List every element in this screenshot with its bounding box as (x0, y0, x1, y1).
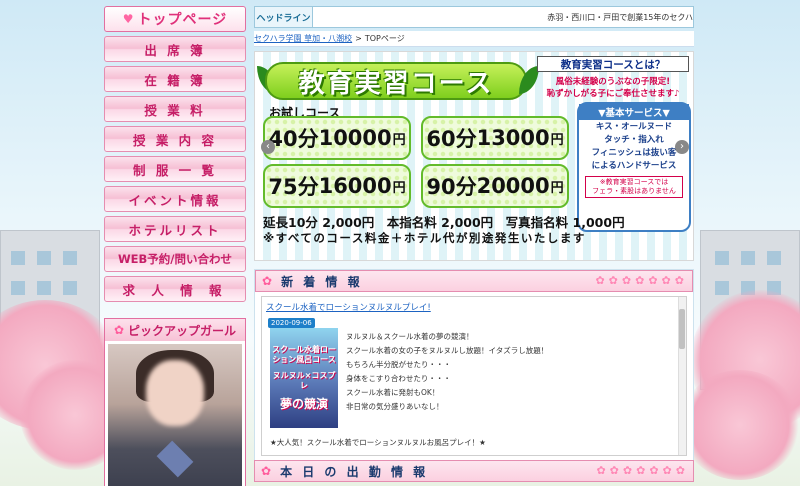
price-75min: 75分 16000 円 (263, 164, 411, 208)
price-unit: 円 (550, 132, 564, 148)
cherry-blossom-right-2 (680, 370, 800, 480)
news-line: ヌルヌル＆スクール水着の夢の競演！ (346, 332, 474, 341)
blossom-decoration-icon: ✿✿✿✿✿✿✿ (596, 464, 689, 477)
price-time: 60分 (426, 127, 477, 151)
carousel-next-arrow[interactable]: › (675, 140, 689, 154)
headline-ticker[interactable]: 赤羽・西川口・戸田で創業15年のセクハ (313, 12, 693, 23)
today-attendance-panel: ✿ 本 日 の 出 勤 情 報 ✿✿✿✿✿✿✿ (254, 460, 694, 482)
menu-fees[interactable]: 授 業 料 (104, 96, 246, 122)
news-line: 身体をこすり合わせたり・・・ (346, 374, 451, 383)
main-content: ヘッドライン 赤羽・西川口・戸田で創業15年のセクハ セクハラ学園 草加・八潮校… (254, 6, 694, 461)
extra-fees: 延長10分 2,000円 本指名料 2,000円 写真指名料 1,000円 (263, 215, 625, 230)
price-60min: 60分 13000 円 (421, 116, 569, 160)
heart-icon: ♥ (122, 12, 135, 26)
news-panel: ✿ 新 着 情 報 ✿✿✿✿✿✿✿ スクール水着でローションヌルヌルプレイ! 2… (254, 269, 694, 461)
today-heading: ✿ 本 日 の 出 勤 情 報 ✿✿✿✿✿✿✿ (254, 460, 694, 482)
breadcrumb-current: TOPページ (364, 34, 405, 43)
service-line-1: キス・オールヌード (595, 122, 673, 132)
price-40min: 40分 10000 円 (263, 116, 411, 160)
breadcrumb: セクハラ学園 草加・八潮校 > TOPページ (254, 31, 694, 47)
photo-face (146, 360, 204, 426)
today-heading-label: 本 日 の 出 勤 情 報 (280, 464, 429, 479)
course-explainer-title: 教育実習コースとは？ (537, 56, 689, 72)
menu-top-page[interactable]: ♥ トップページ (104, 6, 246, 32)
service-line-4: によるハンドサービス (591, 161, 677, 171)
news-footer-line: ★大人気！スクール水着でローションヌルヌルお風呂プレイ！★ (270, 438, 486, 447)
left-sidebar: ♥ トップページ 出 席 簿 在 籍 簿 授 業 料 授 業 内 容 制 服 一… (104, 6, 246, 486)
breadcrumb-separator: > (355, 34, 362, 43)
news-heading: ✿ 新 着 情 報 ✿✿✿✿✿✿✿ (255, 270, 693, 292)
flower-icon: ✿ (261, 464, 275, 478)
news-line: スクール水着の女の子をヌルヌルし放題！イタズラし放題！ (346, 346, 549, 355)
thumb-caption-main: 夢の競演 (279, 397, 328, 411)
photo-ribbon (156, 440, 194, 478)
menu-attendance[interactable]: 出 席 簿 (104, 36, 246, 62)
news-heading-label: 新 着 情 報 (281, 274, 363, 289)
price-90min: 90分 20000 円 (421, 164, 569, 208)
service-note: ※教育実習コースでは フェラ・素股はありません (585, 176, 683, 198)
price-amount: 16000 (318, 174, 392, 198)
news-scrollbar[interactable] (678, 297, 686, 455)
price-amount: 10000 (318, 126, 392, 150)
pickup-title: ピックアップガール (128, 323, 237, 338)
flower-icon: ✿ (113, 323, 125, 337)
pickup-heading: ✿ ピックアップガール (105, 319, 245, 341)
news-line: スクール水着に発射もOK！ (346, 388, 440, 397)
thumb-caption-top: スクール水着ローション風呂コース (272, 345, 336, 364)
price-unit: 円 (392, 180, 406, 196)
pickup-girl-panel: ✿ ピックアップガール (104, 318, 246, 486)
price-amount: 20000 (476, 174, 550, 198)
price-unit: 円 (392, 132, 406, 148)
headline-label: ヘッドライン (255, 7, 313, 27)
news-article-title[interactable]: スクール水着でローションヌルヌルプレイ! (266, 301, 431, 313)
price-time: 90分 (426, 175, 477, 199)
course-banner[interactable]: 教育実習コース お試しコース 40分 10000 円 60分 13000 円 75分 16… (254, 51, 694, 261)
basic-service-heading: ▼基本サービス▼ (579, 104, 689, 120)
course-explainer-desc: 風俗未経験のうぶなの子限定! 恥ずかしがる子にご奉仕させます♪ (535, 76, 691, 100)
news-thumbnail[interactable]: スクール水着ローション風呂コース ヌルヌル×コスプレ 夢の競演 (270, 328, 338, 428)
news-article-body: ヌルヌル＆スクール水着の夢の競演！ スクール水着の女の子をヌルヌルし放題！イタズ… (346, 330, 666, 414)
menu-recruit[interactable]: 求 人 情 報 (104, 276, 246, 302)
news-date-badge: 2020-09-06 (268, 318, 315, 328)
menu-roster[interactable]: 在 籍 簿 (104, 66, 246, 92)
menu-top-label: トップページ (137, 12, 228, 28)
carousel-prev-arrow[interactable]: ‹ (261, 140, 275, 154)
news-line: 非日常の気分盛りあいなし！ (346, 402, 444, 411)
menu-course-content[interactable]: 授 業 内 容 (104, 126, 246, 152)
headline-bar: ヘッドライン 赤羽・西川口・戸田で創業15年のセクハ (254, 6, 694, 28)
news-article: スクール水着でローションヌルヌルプレイ! 2020-09-06 スクール水着ロー… (261, 296, 687, 456)
service-line-3: フィニッシュは抜い客 (591, 148, 677, 158)
price-time: 75分 (268, 175, 319, 199)
hotel-fee-notice: ※すべてのコース料金＋ホテル代が別途発生いたします (263, 231, 586, 245)
blossom-decoration-icon: ✿✿✿✿✿✿✿ (595, 274, 688, 287)
service-line-2: タッチ・指入れ (604, 135, 664, 145)
course-explainer-line-2: 恥ずかしがる子にご奉仕させます♪ (546, 89, 680, 99)
menu-web-reservation[interactable]: WEB予約/問い合わせ (104, 246, 246, 272)
thumb-caption-mid: ヌルヌル×コスプレ (272, 371, 336, 390)
price-unit: 円 (550, 180, 564, 196)
price-time: 40分 (268, 127, 319, 151)
breadcrumb-home-link[interactable]: セクハラ学園 草加・八潮校 (254, 33, 352, 44)
menu-hotel-list[interactable]: ホテルリスト (104, 216, 246, 242)
pickup-girl-photo[interactable] (108, 344, 242, 486)
menu-uniforms[interactable]: 制 服 一 覧 (104, 156, 246, 182)
news-line: もちろん半分脱がせたり・・・ (346, 360, 451, 369)
price-amount: 13000 (476, 126, 550, 150)
news-scroll-thumb[interactable] (679, 309, 685, 349)
course-explainer-line-1: 風俗未経験のうぶなの子限定! (555, 77, 671, 87)
flower-icon: ✿ (262, 274, 276, 288)
course-title: 教育実習コース (265, 62, 527, 100)
menu-events[interactable]: イベント情報 (104, 186, 246, 212)
